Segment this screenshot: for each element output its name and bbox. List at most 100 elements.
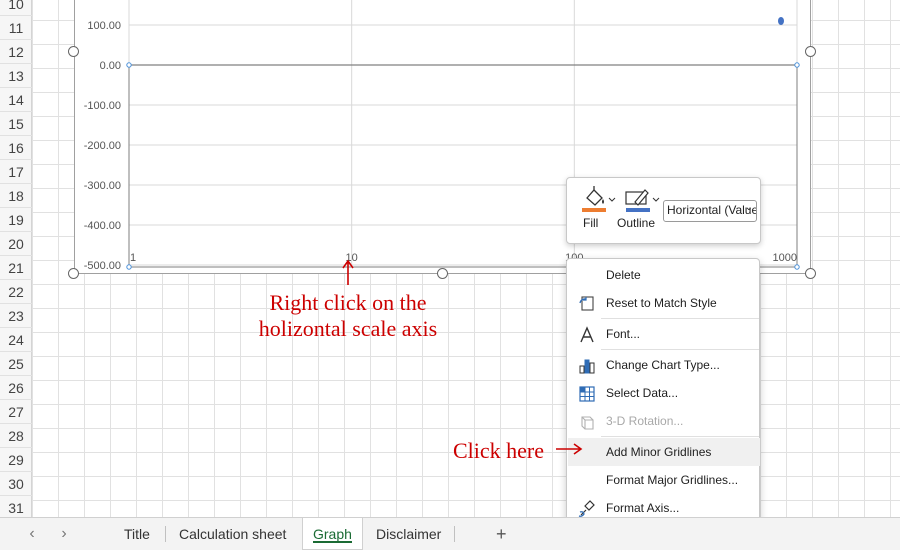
y-tick-label: -500.00 xyxy=(84,260,121,272)
row-header-15[interactable]: 15 xyxy=(0,112,32,136)
select-data-icon xyxy=(579,386,595,402)
outline-button[interactable] xyxy=(621,184,661,217)
menu-item-add-minor-gridlines[interactable]: Add Minor Gridlines xyxy=(568,438,760,466)
format-axis-icon xyxy=(578,500,595,517)
row-header-19[interactable]: 19 xyxy=(0,208,32,232)
outline-label: Outline xyxy=(617,216,656,230)
row-header-22[interactable]: 22 xyxy=(0,280,32,304)
row-header-28[interactable]: 28 xyxy=(0,424,32,448)
sheet-tab-graph[interactable]: Graph xyxy=(302,518,363,550)
chevron-down-icon: ⌄ xyxy=(744,202,753,213)
menu-item-reset-to-match-style[interactable]: Reset to Match Style xyxy=(568,289,760,317)
y-tick-label: -100.00 xyxy=(84,100,121,112)
data-point[interactable] xyxy=(778,17,784,25)
row-header-30[interactable]: 30 xyxy=(0,472,32,496)
row-header-24[interactable]: 24 xyxy=(0,328,32,352)
fill-button[interactable] xyxy=(577,184,617,217)
row-header-21[interactable]: 21 xyxy=(0,256,32,280)
active-tab-underline xyxy=(313,541,352,543)
sheet-tab-disclaimer-label: Disclaimer xyxy=(376,526,442,542)
chart-resize-handle-bottom-left[interactable] xyxy=(68,268,79,279)
row-header-12[interactable]: 12 xyxy=(0,40,32,64)
menu-item-add-minor-gridlines-label: Add Minor Gridlines xyxy=(606,445,712,459)
axis-selection-handle[interactable] xyxy=(126,62,132,68)
menu-item-change-chart-type[interactable]: Change Chart Type... xyxy=(568,351,760,379)
format-mini-toolbar: Fill Outline Horizontal (Value) Axis ⌄ xyxy=(566,177,761,244)
menu-item-select-data[interactable]: Select Data... xyxy=(568,379,760,407)
y-tick-label: -300.00 xyxy=(84,180,121,192)
fill-bucket-icon xyxy=(582,186,616,212)
menu-item-format-major-gridlines-label: Format Major Gridlines... xyxy=(606,473,739,487)
y-tick-label: 100.00 xyxy=(87,20,121,32)
axis-instruction-annotation: Right click on the holizontal scale axis xyxy=(218,290,478,342)
font-icon xyxy=(580,326,594,343)
row-header-16[interactable]: 16 xyxy=(0,136,32,160)
menu-item-delete[interactable]: Delete xyxy=(568,261,760,289)
menu-item-change-chart-type-label: Change Chart Type... xyxy=(606,358,720,372)
reset-style-icon xyxy=(579,296,594,311)
sheet-tab-disclaimer[interactable]: Disclaimer xyxy=(366,518,451,550)
menu-item-select-data-label: Select Data... xyxy=(606,386,679,400)
add-sheet-button[interactable]: + xyxy=(486,518,517,550)
add-sheet-label: + xyxy=(496,524,507,544)
chevron-left-icon[interactable]: ‹ xyxy=(22,518,42,550)
fill-dropdown-chevron-icon xyxy=(608,197,616,202)
row-header-27[interactable]: 27 xyxy=(0,400,32,424)
row-header-25[interactable]: 25 xyxy=(0,352,32,376)
chart-resize-handle-bottom-middle[interactable] xyxy=(437,268,448,279)
click-here-annotation: Click here xyxy=(453,438,545,463)
menu-item-format-major-gridlines[interactable]: Format Major Gridlines... xyxy=(568,466,760,494)
menu-item-font-label: Font... xyxy=(606,327,641,341)
row-header-14[interactable]: 14 xyxy=(0,88,32,112)
chart-resize-handle-right-middle[interactable] xyxy=(805,46,816,57)
y-tick-label: 0.00 xyxy=(100,60,121,72)
row-header-13[interactable]: 13 xyxy=(0,64,32,88)
sheet-tab-bar: ‹ › Title Calculation sheet Graph Discla… xyxy=(0,517,900,550)
right-arrow-icon xyxy=(556,443,583,455)
sheet-tab-calculation-sheet[interactable]: Calculation sheet xyxy=(169,518,296,550)
3d-rotation-icon xyxy=(581,416,594,430)
row-header-17[interactable]: 17 xyxy=(0,160,32,184)
menu-separator xyxy=(601,318,759,319)
axis-instruction-line-2: holizontal scale axis xyxy=(258,316,438,341)
change-chart-type-icon xyxy=(579,359,595,374)
axis-selection-handle[interactable] xyxy=(794,264,800,270)
sheet-tab-calculation-sheet-label: Calculation sheet xyxy=(179,526,287,542)
tab-separator xyxy=(165,526,166,542)
row-headers: 10 11 12 13 14 15 16 17 18 19 20 21 22 23 24 25 26 27 28 29… xyxy=(0,0,32,520)
axis-selection-handle[interactable] xyxy=(794,62,800,68)
row-header-18[interactable]: 18 xyxy=(0,184,32,208)
row-header-23[interactable]: 23 xyxy=(0,304,32,328)
fill-label: Fill xyxy=(583,216,599,230)
menu-item-3d-rotation: 3-D Rotation... xyxy=(568,407,760,435)
row-header-20[interactable]: 20 xyxy=(0,232,32,256)
row-header-26[interactable]: 26 xyxy=(0,376,32,400)
row-header-10[interactable]: 10 xyxy=(0,0,32,16)
menu-separator xyxy=(601,349,759,350)
axis-instruction-line-1: Right click on the xyxy=(269,290,427,315)
y-tick-label: -200.00 xyxy=(84,140,121,152)
axis-selection-handle[interactable] xyxy=(126,264,132,270)
tab-separator xyxy=(454,526,455,542)
x-tick-label: 1000 xyxy=(773,252,797,264)
row-header-29[interactable]: 29 xyxy=(0,448,32,472)
outline-pen-icon xyxy=(625,189,660,212)
up-arrow-icon xyxy=(342,259,354,285)
x-tick-label: 1 xyxy=(130,252,136,264)
sheet-tab-graph-label: Graph xyxy=(313,526,352,542)
menu-item-reset-label: Reset to Match Style xyxy=(606,296,717,310)
context-menu: Delete Reset to Match Style Font... Chan… xyxy=(566,258,760,524)
menu-item-3d-rotation-label: 3-D Rotation... xyxy=(606,414,684,428)
y-tick-label: -400.00 xyxy=(84,220,121,232)
outline-dropdown-chevron-icon xyxy=(652,197,660,202)
chevron-right-icon[interactable]: › xyxy=(54,518,74,550)
chart-element-select[interactable]: Horizontal (Value) Axis ⌄ xyxy=(663,200,757,222)
row-header-11[interactable]: 11 xyxy=(0,16,32,40)
chart-resize-handle-left-middle[interactable] xyxy=(68,46,79,57)
sheet-tab-title-label: Title xyxy=(124,526,150,542)
chart-resize-handle-bottom-right[interactable] xyxy=(805,268,816,279)
chart-element-select-value: Horizontal (Value) Axis xyxy=(667,203,756,217)
menu-item-font[interactable]: Font... xyxy=(568,320,760,348)
menu-item-delete-label: Delete xyxy=(606,268,641,282)
sheet-tab-title[interactable]: Title xyxy=(114,518,160,550)
